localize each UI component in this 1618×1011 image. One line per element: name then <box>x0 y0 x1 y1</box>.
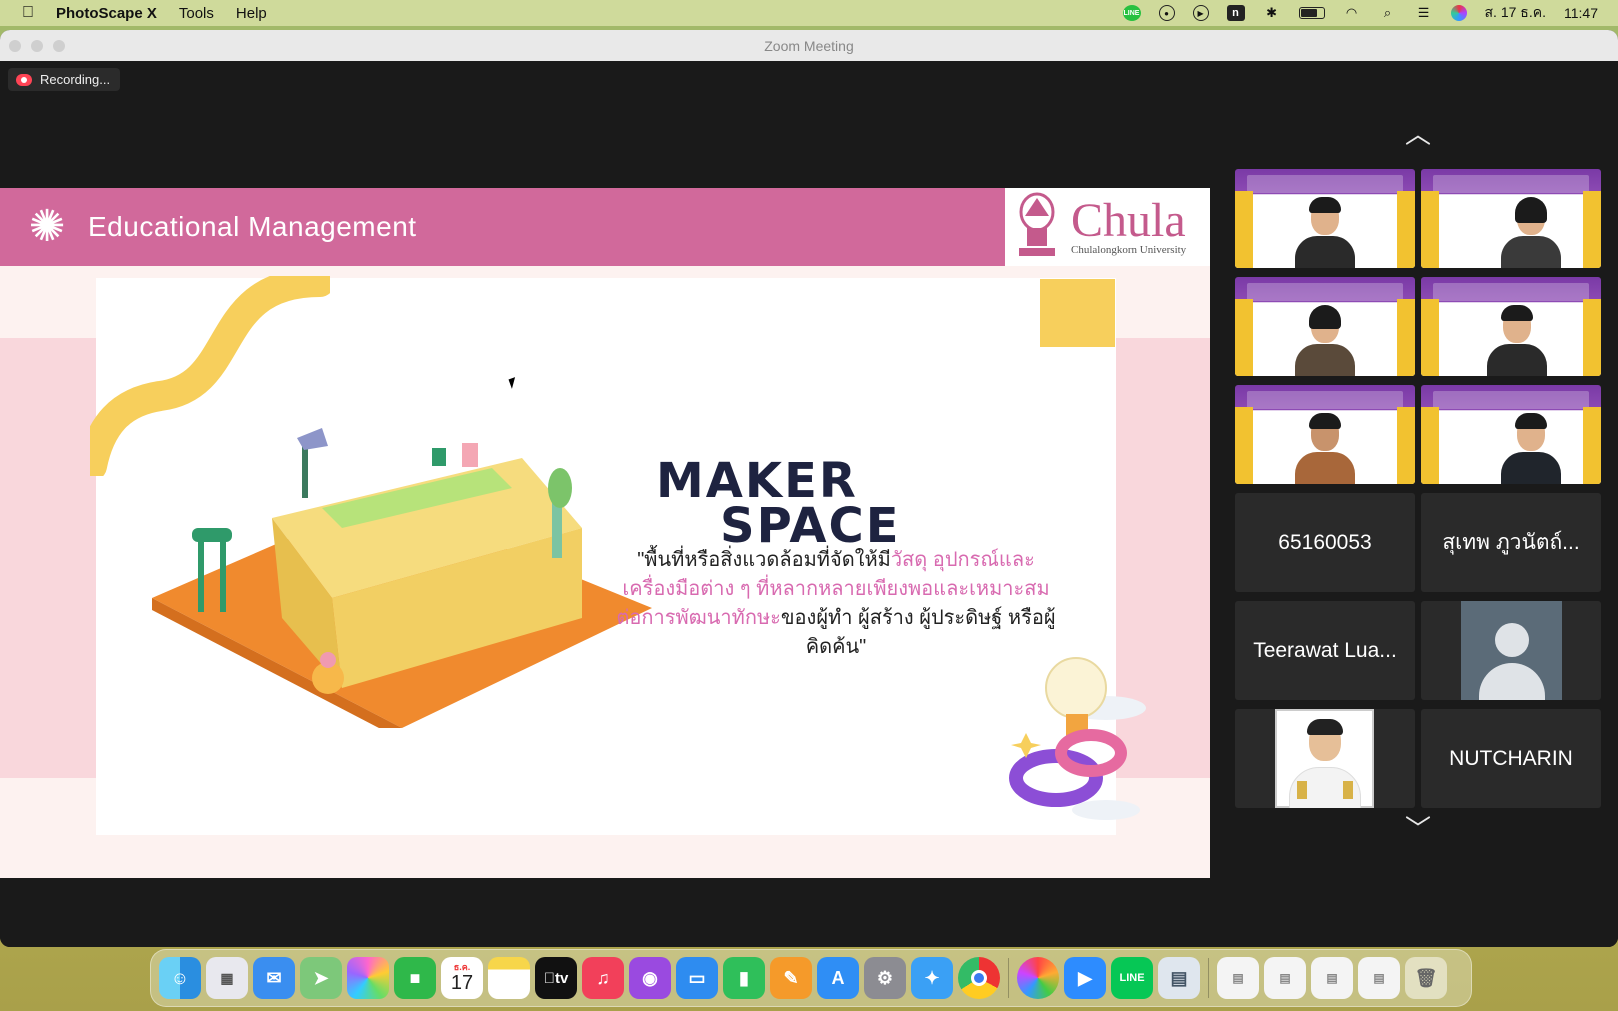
chrome-icon[interactable] <box>958 957 1000 999</box>
wifi-icon[interactable]: ◠ <box>1343 5 1361 21</box>
notion-status-icon[interactable]: n <box>1226 5 1245 21</box>
play-status-icon[interactable]: ▶ <box>1192 5 1209 21</box>
slide-header: ✺ Educational Management <box>0 188 1005 266</box>
bluetooth-icon[interactable]: ✱ <box>1263 5 1281 21</box>
participant-tile-8[interactable]: สุเทพ ภูวนัตถ์... <box>1421 493 1601 592</box>
participant-profile-photo <box>1275 709 1374 808</box>
recent-document-1-icon[interactable]: ▤ <box>1217 957 1259 999</box>
appletv-icon[interactable]: tv <box>535 957 577 999</box>
participant-tile-9[interactable]: Teerawat Lua... <box>1235 601 1415 700</box>
maker-desk-illustration <box>152 428 652 728</box>
podcasts-icon[interactable]: ◉ <box>629 957 671 999</box>
chula-logo: Chula Chulalongkorn University <box>1005 188 1210 266</box>
dock-separator <box>1008 958 1009 998</box>
participant-gallery: ︿ 65160053 สุเทพ ภูวนัตถ์... Teerawat Lu… <box>1210 121 1618 947</box>
launchpad-icon[interactable]: ▦ <box>206 957 248 999</box>
participant-video-3[interactable] <box>1235 277 1415 376</box>
participant-video-2[interactable] <box>1421 169 1601 268</box>
trash-icon[interactable]: 🗑 <box>1405 957 1447 999</box>
window-controls <box>9 40 65 52</box>
participant-person <box>1295 301 1355 376</box>
logo-subtitle: Chulalongkorn University <box>1071 243 1187 256</box>
minimize-button[interactable] <box>31 40 43 52</box>
zoom-icon[interactable]: ▶ <box>1064 957 1106 999</box>
line-status-icon[interactable]: LINE <box>1122 5 1141 21</box>
yellow-square-decoration <box>1040 279 1115 347</box>
settings-icon[interactable]: ⚙ <box>864 957 906 999</box>
app-menu-photoscape[interactable]: PhotoScape X <box>56 5 157 22</box>
menubar-date[interactable]: ส. 17 ธ.ค. <box>1485 2 1546 24</box>
participant-tile-12[interactable]: NUTCHARIN <box>1421 709 1601 808</box>
recording-label: Recording... <box>40 72 111 87</box>
participant-name: NUTCHARIN <box>1449 746 1573 770</box>
safari-icon[interactable]: ✦ <box>911 957 953 999</box>
preview-icon[interactable]: ▤ <box>1158 957 1200 999</box>
notes-icon[interactable] <box>488 957 530 999</box>
slide-header-title: Educational Management <box>88 211 417 242</box>
menu-bar:  PhotoScape X Tools Help LINE ● ▶ n ✱ ◠… <box>0 0 1618 26</box>
participant-video-1[interactable] <box>1235 169 1415 268</box>
chula-seal-icon <box>1019 192 1055 256</box>
participant-person <box>1487 301 1547 376</box>
keynote-icon[interactable]: ▭ <box>676 957 718 999</box>
participant-name: 65160053 <box>1278 530 1372 554</box>
slide-content-card: MAKER SPACE "พื้นที่หรือสิ่งแวดล้อมที่จั… <box>90 276 1146 835</box>
meeting-content: Recording... ✺ Educational Management Ch… <box>0 61 1618 947</box>
participant-video-5[interactable] <box>1235 385 1415 484</box>
chevron-up-icon[interactable]: ︿ <box>1398 121 1438 147</box>
participant-name: Teerawat Lua... <box>1253 638 1397 662</box>
dock-separator <box>1208 958 1209 998</box>
participant-person <box>1295 193 1355 268</box>
music-icon[interactable]: ♫ <box>582 957 624 999</box>
zoom-button[interactable] <box>53 40 65 52</box>
photoscape-icon[interactable] <box>1017 957 1059 999</box>
participant-video-4[interactable] <box>1421 277 1601 376</box>
cloud-record-icon <box>16 73 32 86</box>
spotlight-search-icon[interactable]: ⌕ <box>1379 5 1397 21</box>
lightbulb-chain-illustration <box>1009 657 1146 820</box>
recent-document-4-icon[interactable]: ▤ <box>1358 957 1400 999</box>
participant-tile-10[interactable] <box>1421 601 1601 700</box>
menu-help[interactable]: Help <box>236 5 267 22</box>
window-titlebar[interactable]: Zoom Meeting <box>0 30 1618 61</box>
recent-document-3-icon[interactable]: ▤ <box>1311 957 1353 999</box>
appstore-icon[interactable]: A <box>817 957 859 999</box>
participant-person <box>1295 409 1355 484</box>
close-button[interactable] <box>9 40 21 52</box>
apple-icon[interactable]:  <box>22 4 34 22</box>
participant-name: สุเทพ ภูวนัตถ์... <box>1442 531 1580 554</box>
recent-document-2-icon[interactable]: ▤ <box>1264 957 1306 999</box>
finder-icon[interactable]: ☺ <box>159 957 201 999</box>
sunburst-icon: ✺ <box>28 202 66 251</box>
quote-part-1: "พื้นที่หรือสิ่งแวดล้อมที่จัดให้มี <box>637 549 891 571</box>
recording-indicator[interactable]: Recording... <box>8 68 121 91</box>
control-center-icon[interactable]: ☰ <box>1415 5 1433 21</box>
menu-tools[interactable]: Tools <box>179 5 214 22</box>
macos-dock: ☺ ▦ ✉ ➤ ■ ธ.ค. 17 tv ♫ ◉ ▭ ▮ ✎ A ⚙ ✦ ▶ … <box>150 949 1472 1007</box>
siri-icon[interactable] <box>1450 5 1467 21</box>
participant-tile-7[interactable]: 65160053 <box>1235 493 1415 592</box>
participant-person <box>1501 409 1561 484</box>
battery-icon[interactable] <box>1298 7 1325 19</box>
calendar-icon[interactable]: ธ.ค. 17 <box>441 957 483 999</box>
facetime-icon[interactable]: ■ <box>394 957 436 999</box>
shared-screen-slide[interactable]: ✺ Educational Management Chula Chulalong… <box>0 188 1210 878</box>
chevron-down-icon[interactable]: ﹀ <box>1398 816 1438 842</box>
zoom-window: Zoom Meeting Recording... ✺ Educational … <box>0 30 1618 947</box>
zoom-status-icon[interactable]: ● <box>1158 5 1175 21</box>
default-avatar-icon <box>1461 601 1562 700</box>
maker-space-definition: "พื้นที่หรือสิ่งแวดล้อมที่จัดให้มีวัสดุ … <box>616 546 1056 662</box>
logo-wordmark: Chula <box>1071 193 1186 247</box>
maps-icon[interactable]: ➤ <box>300 957 342 999</box>
participant-tile-11[interactable] <box>1235 709 1415 808</box>
participant-person <box>1501 193 1561 268</box>
mail-icon[interactable]: ✉ <box>253 957 295 999</box>
window-title: Zoom Meeting <box>764 37 854 54</box>
participant-video-6[interactable] <box>1421 385 1601 484</box>
line-icon[interactable]: LINE <box>1111 957 1153 999</box>
numbers-icon[interactable]: ▮ <box>723 957 765 999</box>
menubar-time[interactable]: 11:47 <box>1564 5 1598 21</box>
photos-icon[interactable] <box>347 957 389 999</box>
pages-icon[interactable]: ✎ <box>770 957 812 999</box>
